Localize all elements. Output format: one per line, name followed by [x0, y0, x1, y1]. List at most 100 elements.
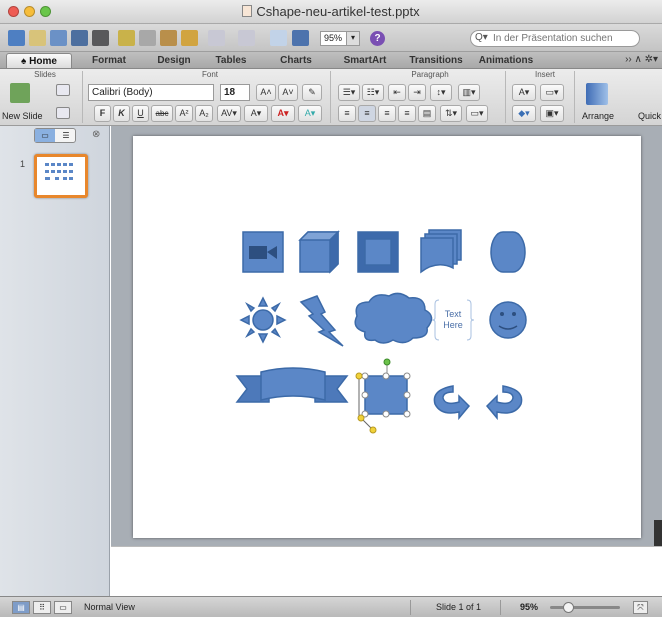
circular-arrow-left-shape[interactable]: [433, 385, 471, 421]
undo-icon[interactable]: [208, 30, 225, 46]
shape-button[interactable]: ◆▾: [512, 105, 536, 122]
font-size-field[interactable]: 18: [220, 84, 250, 101]
text-box-button[interactable]: A▾: [512, 84, 536, 101]
increase-indent-button[interactable]: ⇥: [408, 84, 426, 101]
tab-tables[interactable]: Tables: [206, 53, 256, 68]
fit-to-window-button[interactable]: ⤧: [633, 601, 648, 614]
tab-design[interactable]: Design: [146, 53, 202, 68]
notes-pane[interactable]: [111, 546, 662, 596]
underline-button[interactable]: U: [132, 105, 149, 122]
multidocument-shape[interactable]: [420, 229, 462, 274]
adjust-handle[interactable]: [369, 426, 377, 434]
adjust-handle[interactable]: [357, 414, 365, 422]
distributed-button[interactable]: ▤: [418, 105, 436, 122]
cube-shape[interactable]: [298, 230, 340, 274]
superscript-button[interactable]: A²: [175, 105, 193, 122]
ribbon-options-icon[interactable]: ›› ∧ ✲▾: [625, 54, 658, 65]
slide-canvas[interactable]: Text Here: [133, 136, 641, 538]
font-color-button[interactable]: A▾: [271, 105, 295, 122]
tab-animations[interactable]: Animations: [472, 53, 540, 68]
slide-show-button[interactable]: ▭: [54, 601, 72, 614]
resize-handle[interactable]: [403, 391, 411, 399]
redo-icon[interactable]: [238, 30, 255, 46]
zoom-dropdown-icon[interactable]: ▾: [346, 32, 359, 45]
bold-button[interactable]: F: [94, 105, 111, 122]
lightning-bolt-shape[interactable]: [299, 295, 344, 347]
tab-charts[interactable]: Charts: [270, 53, 322, 68]
circular-arrow-right-shape[interactable]: [485, 385, 523, 421]
help-icon[interactable]: ?: [370, 31, 385, 46]
align-left-button[interactable]: ≡: [338, 105, 356, 122]
align-right-button[interactable]: ≡: [378, 105, 396, 122]
new-slide-label[interactable]: New Slide: [2, 111, 43, 121]
smiley-face-shape[interactable]: [489, 301, 527, 339]
format-painter-icon[interactable]: [181, 30, 198, 46]
columns-button[interactable]: ▥▾: [458, 84, 480, 101]
subscript-button[interactable]: A₂: [195, 105, 213, 122]
copy-icon[interactable]: [139, 30, 156, 46]
rotate-handle[interactable]: [383, 358, 391, 366]
close-pane-icon[interactable]: ⊗: [92, 129, 100, 140]
resize-handle[interactable]: [382, 372, 390, 380]
tab-smartart[interactable]: SmartArt: [334, 53, 396, 68]
open-icon[interactable]: [50, 30, 67, 46]
arrange-label[interactable]: Arrange: [582, 111, 614, 121]
align-text-button[interactable]: ▭▾: [466, 105, 488, 122]
tab-slides-thumbnails[interactable]: ▭: [35, 129, 55, 142]
picture-button[interactable]: ▭▾: [540, 84, 564, 101]
resize-handle[interactable]: [361, 391, 369, 399]
resize-handle[interactable]: [361, 372, 369, 380]
search-box[interactable]: Q▾: [470, 30, 640, 47]
tab-transitions[interactable]: Transitions: [402, 53, 470, 68]
section-icon[interactable]: [56, 107, 70, 119]
italic-button[interactable]: K: [113, 105, 130, 122]
bullets-button[interactable]: ☰▾: [338, 84, 360, 101]
cloud-shape[interactable]: [354, 292, 433, 344]
adjust-handle[interactable]: [355, 372, 363, 380]
text-direction-button[interactable]: ⇅▾: [440, 105, 462, 122]
arrange-icon[interactable]: [586, 83, 608, 105]
new-slide-icon[interactable]: [10, 83, 30, 103]
strikethrough-button[interactable]: abc: [151, 105, 173, 122]
action-button-movie-shape[interactable]: [242, 231, 284, 273]
new-document-icon[interactable]: [8, 30, 25, 46]
grow-font-button[interactable]: A˄: [256, 84, 276, 101]
align-center-button[interactable]: ≡: [358, 105, 376, 122]
clear-format-button[interactable]: ✎: [302, 84, 322, 101]
cut-icon[interactable]: [118, 30, 135, 46]
resize-handle[interactable]: [382, 410, 390, 418]
normal-view-button[interactable]: ▤: [12, 601, 30, 614]
save-icon[interactable]: [71, 30, 88, 46]
layout-icon[interactable]: [56, 84, 70, 96]
numbering-button[interactable]: ☷▾: [362, 84, 384, 101]
quick-styles-label[interactable]: Quick: [638, 111, 661, 121]
zoom-slider-track[interactable]: [550, 606, 620, 609]
character-spacing-button[interactable]: AV▾: [217, 105, 241, 122]
line-spacing-button[interactable]: ↕▾: [430, 84, 452, 101]
decrease-indent-button[interactable]: ⇤: [388, 84, 406, 101]
selected-rectangle-shape[interactable]: [364, 375, 408, 415]
shrink-font-button[interactable]: A˅: [278, 84, 298, 101]
vertical-scrollbar[interactable]: [654, 520, 662, 546]
sun-shape[interactable]: [239, 296, 287, 344]
paste-icon[interactable]: [160, 30, 177, 46]
highlight-button[interactable]: A▾: [298, 105, 322, 122]
can-shape[interactable]: [490, 231, 526, 273]
tab-home[interactable]: ♠ Home: [6, 53, 72, 68]
templates-icon[interactable]: [29, 30, 46, 46]
search-input[interactable]: [493, 32, 637, 45]
slide-thumbnail[interactable]: [34, 154, 88, 198]
tab-format[interactable]: Format: [80, 53, 138, 68]
tab-outline[interactable]: ☰: [56, 129, 76, 142]
media-button[interactable]: ▣▾: [540, 105, 564, 122]
resize-handle[interactable]: [403, 410, 411, 418]
resize-handle[interactable]: [403, 372, 411, 380]
bevel-shape[interactable]: [357, 231, 399, 273]
slide-show-icon[interactable]: [270, 30, 287, 46]
print-icon[interactable]: [92, 30, 109, 46]
zoom-slider-knob[interactable]: [563, 602, 574, 613]
ribbon-banner-shape[interactable]: [235, 367, 349, 403]
font-name-field[interactable]: Calibri (Body): [88, 84, 214, 101]
justify-button[interactable]: ≡: [398, 105, 416, 122]
text-effects-button[interactable]: A▾: [244, 105, 268, 122]
